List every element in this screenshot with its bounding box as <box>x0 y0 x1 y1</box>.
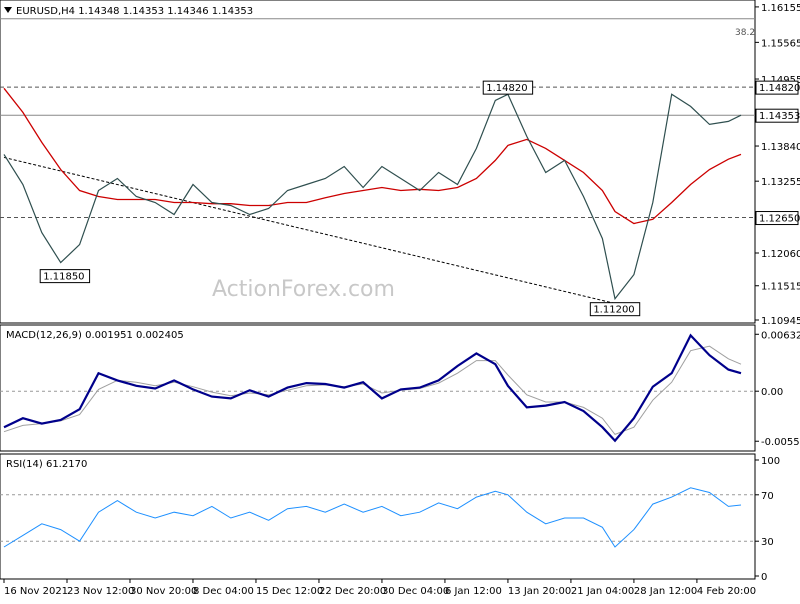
macd-panel-frame <box>0 324 756 452</box>
x-tick-label: 23 Nov 12:00 <box>67 586 134 597</box>
x-tick-label: 4 Feb 20:00 <box>697 586 756 597</box>
y-tick-label: 1.13840 <box>761 142 800 153</box>
price-panel-frame <box>0 0 756 324</box>
rsi-panel: RSI(14) 61.2170 <box>0 453 756 580</box>
x-tick-label: 30 Dec 04:00 <box>382 586 449 597</box>
price-panel-title: EURUSD,H4 1.14348 1.14353 1.14346 1.1435… <box>16 6 253 17</box>
y-tick-label: 70 <box>761 491 774 502</box>
price-annotation-label: 1.11200 <box>593 305 634 316</box>
eurusd-h4-chart: EURUSD,H4 1.14348 1.14353 1.14346 1.1435… <box>0 0 800 600</box>
price-level-tag-label: 1.14820 <box>759 83 800 94</box>
x-tick-label: 22 Dec 20:00 <box>319 586 386 597</box>
x-axis: 16 Nov 202123 Nov 12:0030 Nov 20:008 Dec… <box>3 579 756 597</box>
price-level-tag-label: 1.12650 <box>759 214 800 225</box>
y-tick-label: 0.006325 <box>761 330 800 341</box>
y-tick-label: 0 <box>761 572 767 583</box>
fib-label: 38.2 <box>735 28 755 38</box>
x-tick-label: 21 Jan 04:00 <box>571 586 634 597</box>
rsi-panel-frame <box>0 453 756 580</box>
y-tick-label: 1.16155 <box>761 3 800 14</box>
y-tick-label: 30 <box>761 537 774 548</box>
y-tick-label: 100 <box>761 456 780 467</box>
x-tick-label: 30 Nov 20:00 <box>130 586 197 597</box>
x-tick-label: 8 Dec 04:00 <box>193 586 254 597</box>
x-tick-label: 16 Nov 2021 <box>4 586 68 597</box>
y-tick-label: -0.005559 <box>761 437 800 448</box>
price-annotation-label: 1.14820 <box>486 83 527 94</box>
watermark: ActionForex.com <box>212 277 395 302</box>
x-tick-label: 6 Jan 12:00 <box>445 586 502 597</box>
y-tick-label: 1.11515 <box>761 282 800 293</box>
y-tick-label: 1.15565 <box>761 38 800 49</box>
y-tick-label: 1.10945 <box>761 316 800 327</box>
price-panel: EURUSD,H4 1.14348 1.14353 1.14346 1.1435… <box>0 0 756 324</box>
x-tick-label: 15 Dec 12:00 <box>256 586 323 597</box>
price-annotation-label: 1.11850 <box>43 272 84 283</box>
y-tick-label: 1.12060 <box>761 249 800 260</box>
x-tick-label: 13 Jan 20:00 <box>508 586 571 597</box>
y-axes: 1.161551.155651.149551.138401.132551.120… <box>755 3 800 583</box>
macd-panel: MACD(12,26,9) 0.001951 0.002405 <box>0 324 756 452</box>
x-tick-label: 28 Jan 12:00 <box>634 586 697 597</box>
price-level-tag-label: 1.14353 <box>759 111 800 122</box>
y-tick-label: 0.00 <box>761 387 783 398</box>
macd-panel-label: MACD(12,26,9) 0.001951 0.002405 <box>6 330 184 341</box>
rsi-panel-label: RSI(14) 61.2170 <box>6 459 87 470</box>
y-tick-label: 1.13255 <box>761 177 800 188</box>
chart-svg: EURUSD,H4 1.14348 1.14353 1.14346 1.1435… <box>0 0 800 597</box>
